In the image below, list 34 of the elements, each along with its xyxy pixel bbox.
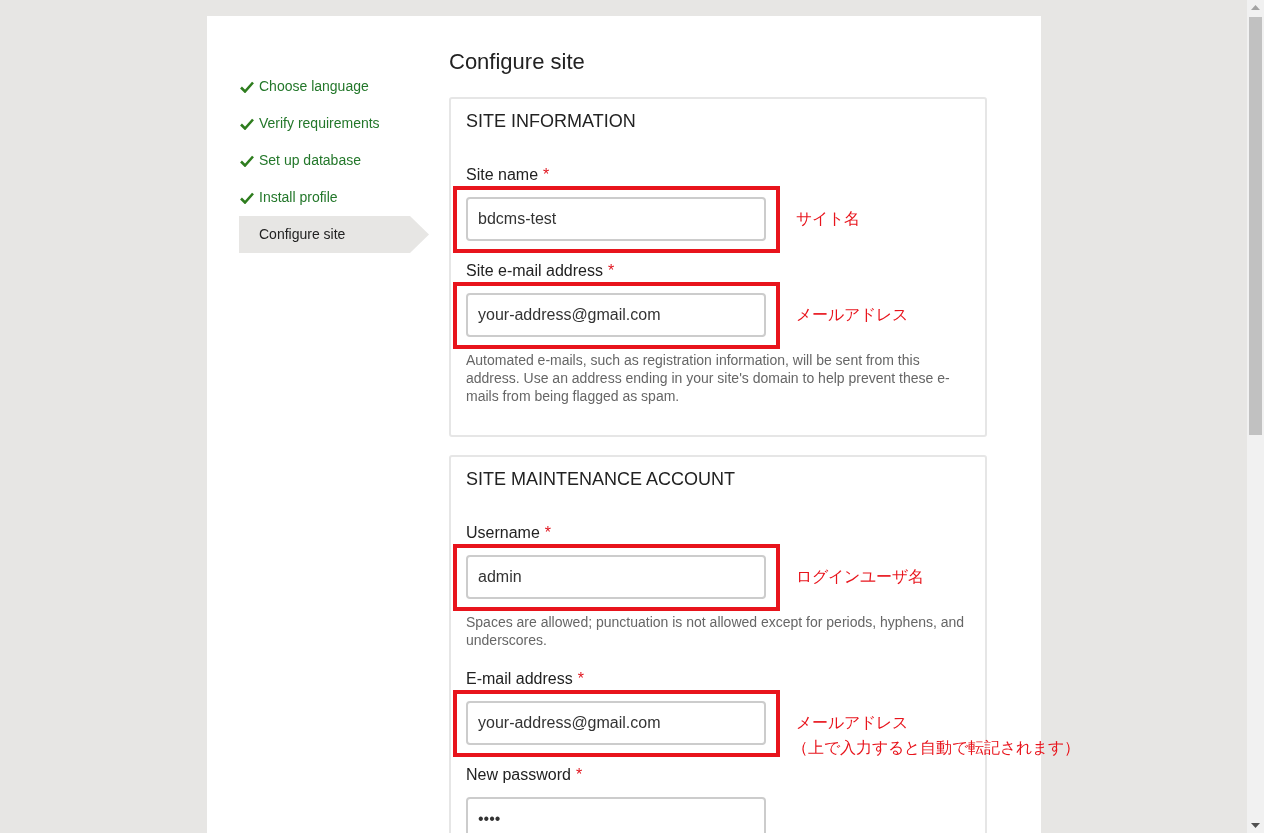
input-field[interactable]: •••• (466, 797, 766, 833)
annotation-text: メールアドレス (796, 713, 908, 733)
annotation-text: サイト名 (796, 209, 860, 229)
annotation-text: （上で入力すると自動で転記されます） (792, 738, 1080, 758)
annotation-text: ログインユーザ名 (796, 567, 924, 587)
field-label: Site name (466, 165, 539, 185)
scroll-up-icon[interactable] (1251, 5, 1260, 10)
required-mark: * (607, 261, 615, 281)
input-field[interactable]: your-address@gmail.com (466, 293, 766, 337)
scrollbar[interactable] (1247, 0, 1264, 833)
step-label: Configure site (259, 225, 346, 244)
field-description: Automated e-mails, such as registration information, will be sent from this address. Use an address ending in your site's domain to help prevent these e-mails from being flagged as spam. (466, 351, 951, 405)
field-label: Username (466, 523, 540, 543)
input-field[interactable]: admin (466, 555, 766, 599)
required-mark: * (544, 523, 552, 543)
page-title: Configure site (449, 48, 586, 76)
step-label: Install profile (259, 188, 338, 207)
required-mark: * (543, 165, 550, 185)
section-heading: SITE MAINTENANCE ACCOUNT (466, 468, 737, 491)
input-field[interactable]: your-address@gmail.com (466, 701, 766, 745)
annotation-text: メールアドレス (796, 305, 908, 325)
field-label: New password (466, 765, 571, 785)
scrollbar-thumb[interactable] (1249, 17, 1262, 435)
required-mark: * (577, 669, 584, 689)
input-field[interactable]: bdcms-test (466, 197, 766, 241)
scroll-down-icon[interactable] (1251, 823, 1260, 828)
field-label: E-mail address (466, 669, 573, 689)
step-label: Verify requirements (259, 114, 380, 133)
field-label: Site e-mail address (466, 261, 603, 281)
step-label: Set up database (259, 151, 361, 170)
step-label: Choose language (259, 77, 369, 96)
field-description: Spaces are allowed; punctuation is not allowed except for periods, hyphens, and underscores. (466, 613, 966, 649)
section-heading: SITE INFORMATION (466, 110, 637, 133)
required-mark: * (575, 765, 583, 785)
